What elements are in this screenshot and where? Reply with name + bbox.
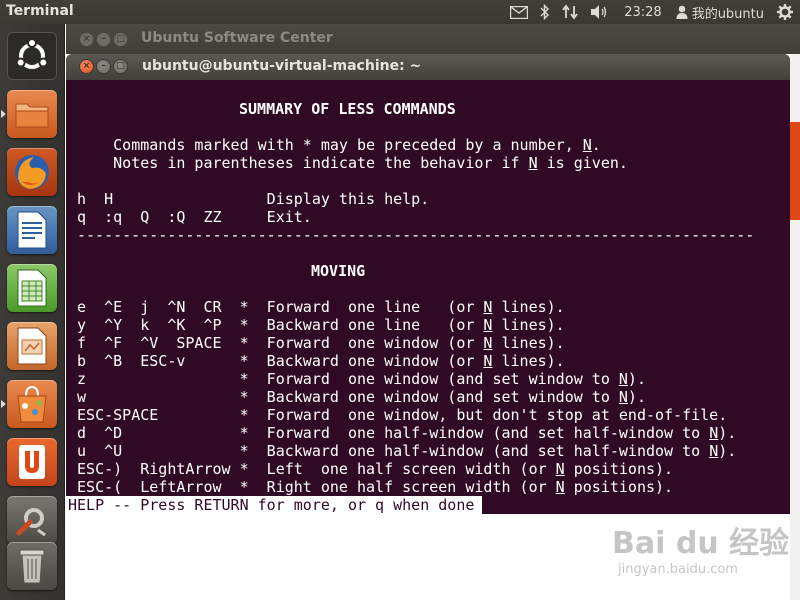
trash-icon xyxy=(19,549,45,584)
software-center-button[interactable] xyxy=(1,378,59,430)
help-command-line: f ^F ^V SPACE * Forward one window (or N… xyxy=(68,334,565,352)
ubuntu-logo-icon xyxy=(15,38,49,69)
clock[interactable]: 23:28 xyxy=(616,0,669,24)
help-command-line: u ^U * Backward one half-window (and set… xyxy=(68,442,737,460)
terminal-content[interactable]: SUMMARY OF LESS COMMANDS Commands marked… xyxy=(66,80,790,514)
help-command-line: ESC-) RightArrow * Left one half screen … xyxy=(68,460,674,478)
firefox-button[interactable] xyxy=(5,146,59,198)
help-command-line: e ^E j ^N CR * Forward one line (or N li… xyxy=(68,298,565,316)
terminal-close-button[interactable]: × xyxy=(79,59,94,74)
bluetooth-icon[interactable] xyxy=(534,0,556,24)
help-heading: SUMMARY OF LESS COMMANDS xyxy=(239,100,456,118)
ubuntu-one-icon xyxy=(19,445,45,479)
help-command-line: b ^B ESC-v * Backward one window (or N l… xyxy=(68,352,565,370)
files-button[interactable] xyxy=(1,88,59,140)
help-command-line: h H Display this help. xyxy=(68,190,430,208)
watermark-logo: Bai du 经验 xyxy=(612,526,790,561)
impress-button[interactable] xyxy=(5,320,59,372)
writer-icon xyxy=(17,211,47,249)
user-icon xyxy=(676,5,688,19)
help-command-line: d ^D * Forward one half-window (and set … xyxy=(68,424,737,442)
launcher xyxy=(0,24,65,600)
indicator-area: 23:28 我的ubuntu xyxy=(504,0,800,24)
firefox-icon xyxy=(15,155,49,189)
settings-icon xyxy=(16,508,46,537)
help-command-line: q :q Q :Q ZZ Exit. xyxy=(68,208,312,226)
software-center-maximize-button[interactable]: □ xyxy=(113,32,128,47)
background-window-accent xyxy=(790,122,800,220)
separator-line: ----------------------------------------… xyxy=(77,226,755,244)
trash-button[interactable] xyxy=(5,540,59,592)
impress-icon xyxy=(17,327,47,365)
section-heading: MOVING xyxy=(311,262,366,280)
help-command-line: ESC-( LeftArrow * Right one half screen … xyxy=(68,478,674,496)
less-status-prompt: HELP -- Press RETURN for more, or q when… xyxy=(66,496,483,514)
terminal-title: ubuntu@ubuntu-virtual-machine: ~ xyxy=(142,58,422,74)
system-settings-button[interactable] xyxy=(5,494,59,546)
watermark-url: jingyan.baidu.com xyxy=(618,562,738,577)
baidu-watermark: Bai du 经验 jingyan.baidu.com xyxy=(612,518,798,578)
network-icon[interactable] xyxy=(556,0,584,24)
mail-icon[interactable] xyxy=(504,0,534,24)
user-menu[interactable]: 我的ubuntu xyxy=(670,0,770,24)
terminal-minimize-button[interactable]: – xyxy=(96,59,111,74)
dash-home-button[interactable] xyxy=(5,30,59,82)
help-command-line: ESC-SPACE * Forward one window, but don'… xyxy=(68,406,728,424)
user-name: 我的ubuntu xyxy=(691,6,764,22)
terminal-maximize-button[interactable]: □ xyxy=(113,59,128,74)
help-note-line: Commands marked with * may be preceded b… xyxy=(68,136,601,154)
software-center-title: Ubuntu Software Center xyxy=(141,30,333,46)
ubuntu-one-button[interactable] xyxy=(5,436,59,488)
terminal-window-titlebar[interactable]: × – □ ubuntu@ubuntu-virtual-machine: ~ xyxy=(66,54,790,80)
folder-icon xyxy=(15,103,49,128)
gear-icon[interactable] xyxy=(770,0,800,24)
calc-icon xyxy=(17,269,47,307)
active-app-name: Terminal xyxy=(6,3,74,19)
writer-button[interactable] xyxy=(5,204,59,256)
help-command-line: w * Backward one window (and set window … xyxy=(68,388,646,406)
software-center-window-titlebar[interactable]: × – □ Ubuntu Software Center xyxy=(66,24,800,54)
help-note-line: Notes in parentheses indicate the behavi… xyxy=(68,154,628,172)
software-center-close-button[interactable]: × xyxy=(79,32,94,47)
software-center-icon xyxy=(17,385,47,423)
help-command-line: z * Forward one window (and set window t… xyxy=(68,370,646,388)
top-panel: Terminal 23:28 我的ubuntu xyxy=(0,0,800,24)
volume-icon[interactable] xyxy=(584,0,616,24)
help-command-line: y ^Y k ^K ^P * Backward one line (or N l… xyxy=(68,316,565,334)
calc-button[interactable] xyxy=(5,262,59,314)
software-center-minimize-button[interactable]: – xyxy=(96,32,111,47)
